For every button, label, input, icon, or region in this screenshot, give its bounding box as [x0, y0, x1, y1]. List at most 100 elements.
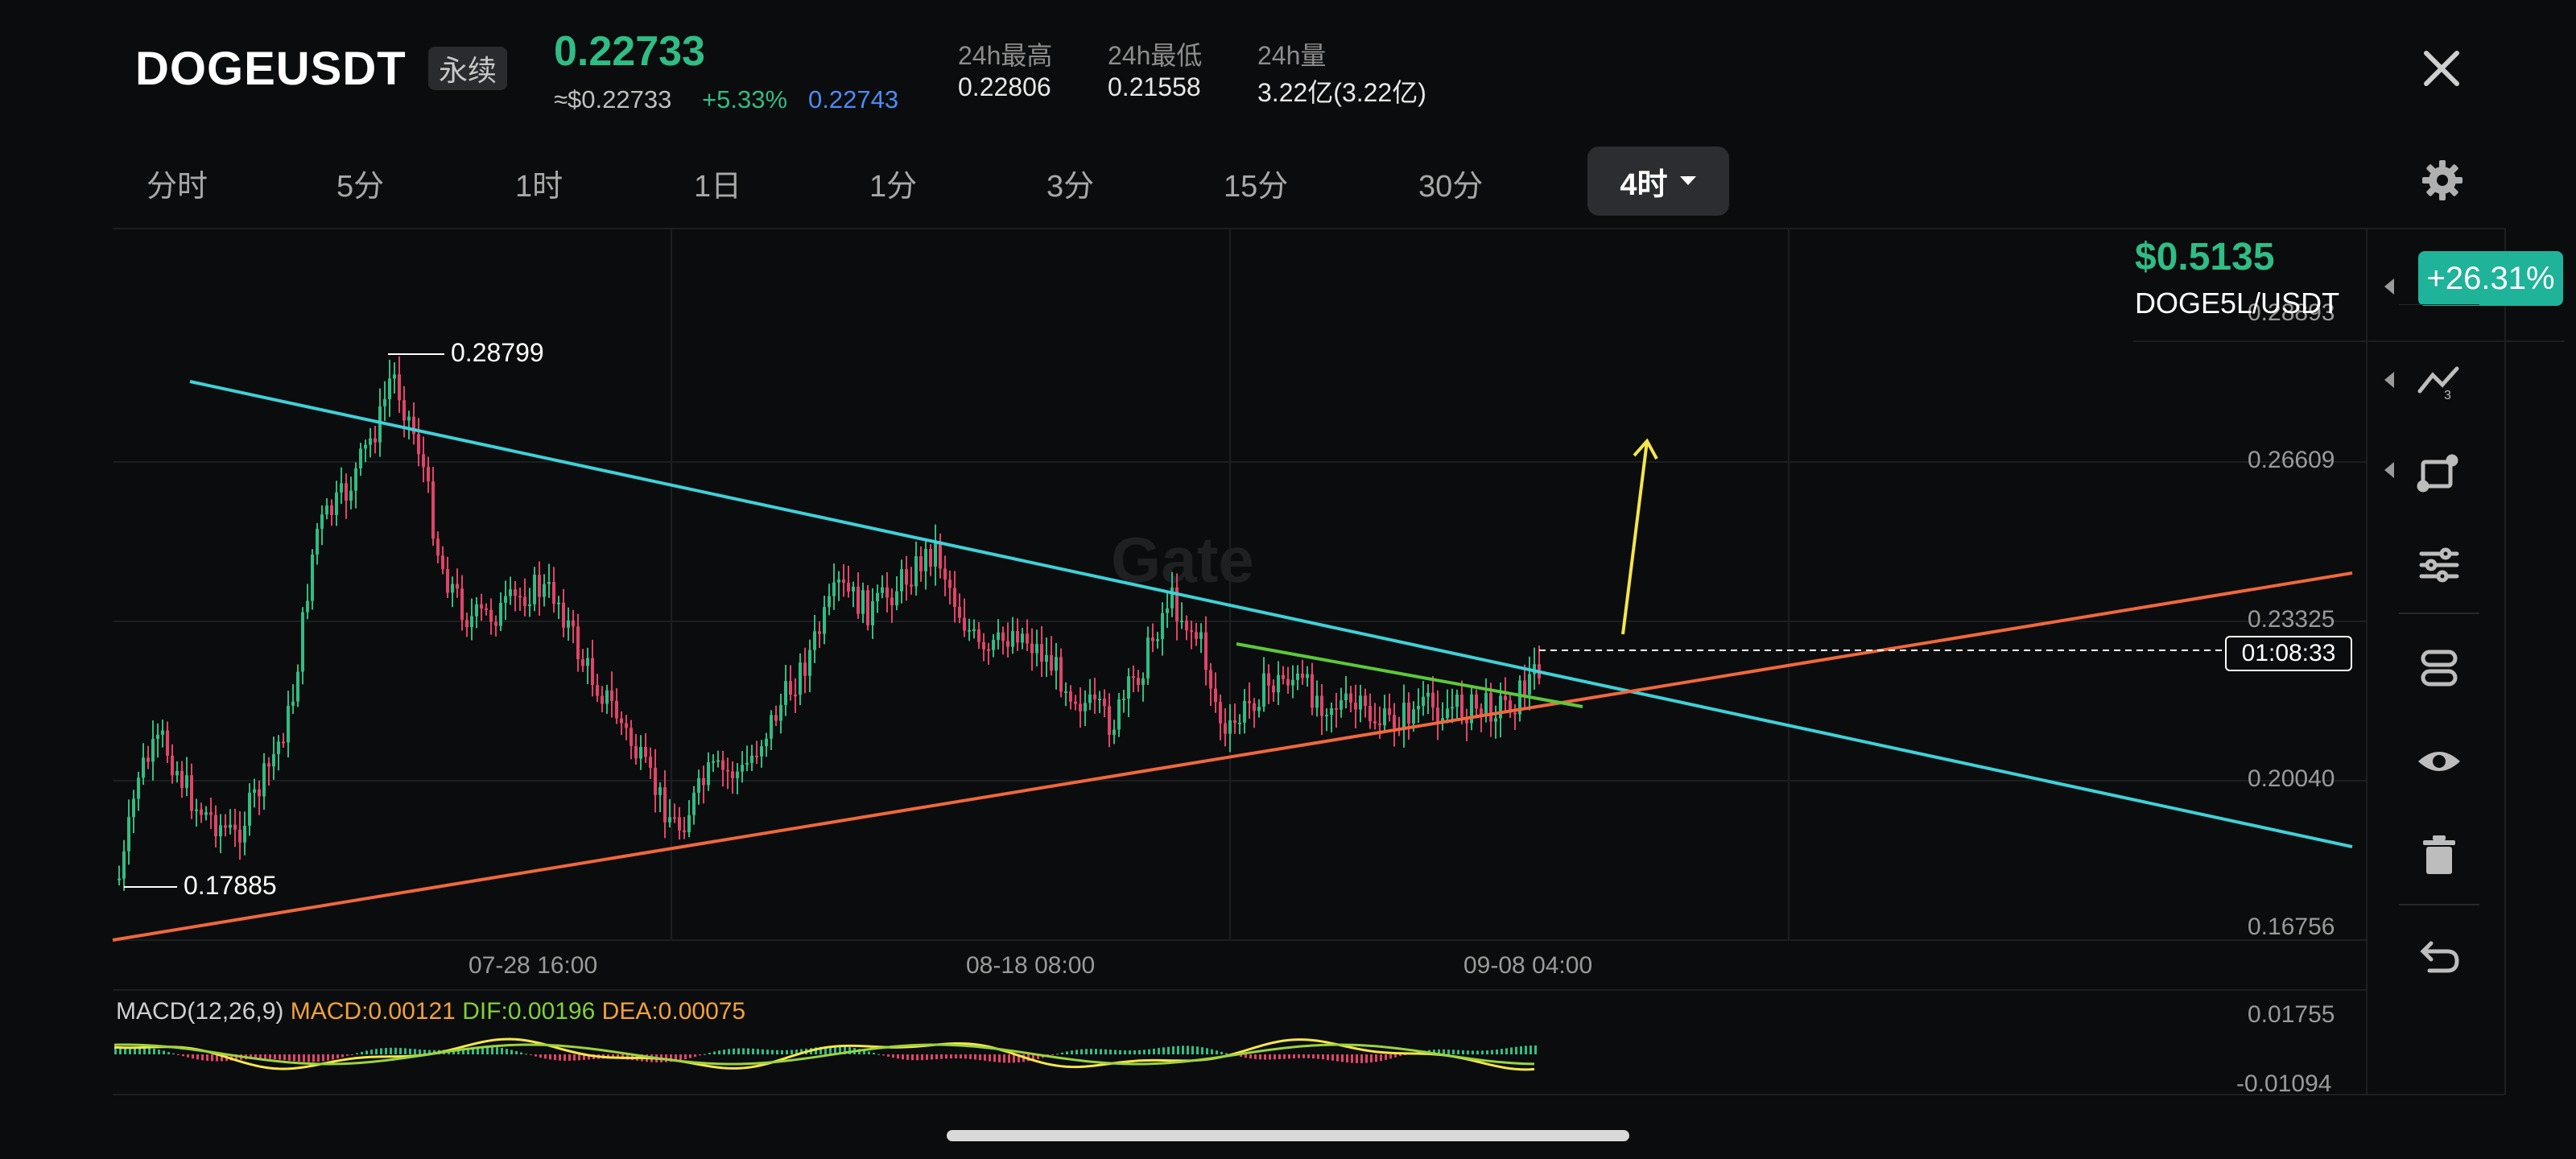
home-indicator[interactable]	[947, 1130, 1629, 1141]
macd-bar	[1075, 1050, 1078, 1054]
macd-bar	[897, 1054, 899, 1059]
candle-body	[1286, 678, 1290, 686]
candle-body	[779, 704, 782, 721]
candle-body	[1484, 692, 1488, 715]
macd-bar	[1481, 1050, 1484, 1054]
candle-body	[958, 607, 961, 618]
candle-body	[1185, 621, 1188, 631]
candle-body	[702, 777, 705, 786]
macd-bar	[1182, 1046, 1184, 1054]
macd-bar	[419, 1049, 421, 1054]
trendline-orange[interactable]	[112, 571, 2353, 942]
price-chart[interactable]	[0, 0, 2576, 1159]
candle-body	[697, 777, 700, 793]
candle-body	[789, 681, 792, 695]
macd-bar	[1457, 1050, 1459, 1054]
candle-body	[596, 685, 599, 696]
macd-bar	[1008, 1054, 1010, 1063]
candle-body	[726, 769, 729, 772]
candle-body	[770, 715, 773, 739]
macd-bar	[989, 1054, 991, 1062]
candle-body	[1325, 715, 1328, 717]
promo-change-badge[interactable]: +26.31%	[2418, 251, 2563, 306]
macd-bar	[1486, 1050, 1488, 1054]
macd-bar	[1298, 1054, 1300, 1058]
macd-bar	[264, 1054, 266, 1059]
macd-bar	[1389, 1054, 1392, 1059]
candle-body	[287, 705, 290, 743]
macd-bar	[728, 1049, 730, 1054]
candle-body	[272, 753, 275, 767]
macd-bar	[1327, 1054, 1329, 1060]
candle-body	[1504, 695, 1507, 701]
candle-body	[687, 815, 691, 832]
macd-bar	[1501, 1049, 1503, 1054]
candle-body	[1272, 685, 1275, 693]
candle-body	[166, 730, 169, 756]
candle-body	[1127, 676, 1130, 699]
macd-bar	[791, 1050, 793, 1054]
macd-bar	[1245, 1054, 1247, 1058]
candle-body	[943, 568, 947, 580]
promo-price[interactable]: $0.5135	[2135, 235, 2275, 279]
candle-body	[485, 608, 488, 611]
candle-body	[1282, 674, 1285, 679]
candle-body	[668, 817, 671, 823]
arrow-annotation[interactable]	[1621, 438, 1658, 635]
candle-body	[591, 658, 594, 686]
candle-body	[634, 745, 638, 759]
macd-bar	[762, 1049, 764, 1054]
macd-bar	[1095, 1049, 1097, 1054]
macd-bar	[1380, 1054, 1382, 1062]
candle-body	[1190, 630, 1193, 633]
candle-body	[1166, 608, 1169, 613]
candle-body	[601, 695, 604, 704]
candle-body	[1513, 712, 1517, 715]
macd-bar	[1351, 1054, 1353, 1063]
macd-bar	[1187, 1046, 1189, 1054]
macd-bar	[554, 1054, 556, 1061]
macd-bar	[964, 1054, 967, 1059]
candlestick-series	[118, 356, 1541, 891]
macd-dif-value: DIF:0.00196	[462, 998, 596, 1025]
macd-bar	[404, 1048, 407, 1054]
candle-body	[180, 770, 184, 788]
candle-body	[1224, 723, 1227, 734]
macd-bar	[887, 1054, 890, 1057]
macd-bar	[1530, 1045, 1532, 1054]
macd-bar	[1476, 1050, 1479, 1054]
candle-body	[402, 400, 406, 421]
macd-bar	[298, 1054, 300, 1062]
promo-pair[interactable]: DOGE5L/USDT	[2135, 287, 2339, 320]
macd-bar	[1467, 1050, 1469, 1054]
candle-body	[630, 728, 633, 746]
macd-bar	[776, 1050, 778, 1054]
macd-bar	[1013, 1054, 1015, 1063]
candle-body	[470, 616, 473, 628]
macd-bar	[539, 1054, 542, 1058]
candle-body	[736, 771, 739, 778]
macd-bar	[752, 1048, 754, 1054]
macd-bar	[723, 1050, 725, 1054]
macd-bar	[689, 1054, 691, 1058]
candle-body	[586, 658, 589, 666]
macd-bar	[892, 1054, 894, 1058]
candle-body	[866, 590, 869, 625]
macd-bar	[1153, 1048, 1155, 1054]
candle-body	[1021, 633, 1024, 643]
time-axis-label: 07-28 16:00	[469, 952, 598, 979]
candle-body	[900, 569, 903, 592]
macd-bar	[998, 1054, 1001, 1062]
candle-body	[1040, 644, 1043, 662]
macd-bar	[1307, 1054, 1310, 1058]
candle-body	[398, 374, 401, 401]
macd-bar	[873, 1053, 875, 1054]
collapse-arrow-icon[interactable]	[2384, 278, 2394, 295]
candle-body	[861, 590, 865, 614]
candle-body	[871, 601, 874, 625]
candle-body	[345, 483, 348, 501]
trendline-cyan[interactable]	[189, 380, 2353, 848]
macd-bar	[1249, 1054, 1252, 1059]
candle-body	[151, 739, 155, 762]
candle-body	[277, 741, 280, 754]
